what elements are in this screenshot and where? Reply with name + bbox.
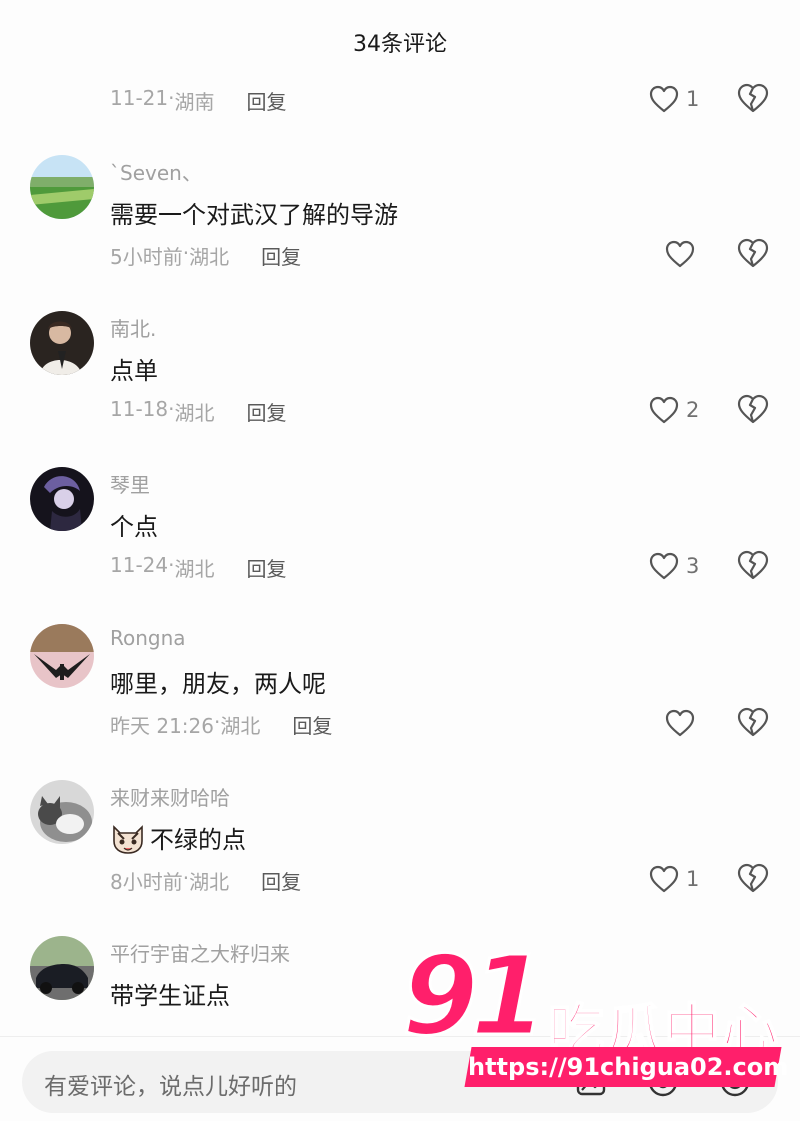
- comment-meta: 11-21 · 湖南 回复: [110, 86, 287, 115]
- dislike-button[interactable]: [736, 706, 772, 740]
- heart-icon: [649, 865, 679, 893]
- reply-button[interactable]: 回复: [261, 241, 301, 270]
- comment-username[interactable]: 琴里: [110, 469, 150, 498]
- dislike-button[interactable]: [736, 549, 772, 583]
- like-count: 1: [686, 867, 700, 891]
- heart-icon: [665, 240, 695, 268]
- like-button[interactable]: [664, 706, 696, 740]
- comment-meta: 11-24 · 湖北 回复: [110, 553, 287, 582]
- comment-text: 哪里，朋友，两人呢: [110, 670, 326, 698]
- comment-date: 8小时前: [110, 870, 183, 894]
- comment-location: 湖北: [189, 870, 230, 894]
- broken-heart-icon: [737, 238, 769, 268]
- like-count: 1: [686, 87, 700, 111]
- heart-icon: [649, 552, 679, 580]
- like-button[interactable]: 1: [648, 862, 699, 896]
- avatar[interactable]: [30, 624, 94, 688]
- comment-meta: 11-18 · 湖北 回复: [110, 397, 287, 426]
- comment-username[interactable]: `Seven、: [110, 157, 202, 186]
- reply-button[interactable]: 回复: [261, 866, 301, 895]
- comment-text: 带学生证点: [110, 982, 230, 1010]
- broken-heart-icon: [737, 550, 769, 580]
- emoji-icon[interactable]: [718, 1065, 752, 1099]
- comment-date: 11-18: [110, 397, 169, 421]
- comment-item: `Seven、 需要一个对武汉了解的导游 5小时前 · 湖北 回复: [0, 155, 800, 311]
- reply-button[interactable]: 回复: [246, 86, 286, 115]
- comment-meta: 8小时前 · 湖北 回复: [110, 866, 302, 895]
- dislike-button[interactable]: [736, 82, 772, 116]
- like-button[interactable]: 3: [648, 549, 699, 583]
- comment-item: Rongna 哪里，朋友，两人呢 昨天 21:26 · 湖北 回复: [0, 624, 800, 780]
- broken-heart-icon: [737, 394, 769, 424]
- comment-item: 来财来财哈哈 不绿的点 8小时前 · 湖北 回复 1: [0, 780, 800, 936]
- like-count: 3: [686, 554, 700, 578]
- avatar[interactable]: [30, 155, 94, 219]
- avatar[interactable]: [30, 936, 94, 1000]
- image-icon[interactable]: [574, 1065, 608, 1099]
- heart-icon: [649, 85, 679, 113]
- comment-text: 个点: [110, 513, 158, 541]
- like-button[interactable]: [664, 237, 696, 271]
- comment-meta: 5小时前 · 湖北 回复: [110, 241, 302, 270]
- comment-item-partial-top: 11-21 · 湖南 回复 1: [0, 0, 800, 130]
- comment-location: 湖北: [189, 245, 230, 269]
- cat-emoji-icon: [113, 824, 143, 854]
- comment-date: 昨天 21:26: [110, 714, 214, 738]
- like-button[interactable]: 1: [648, 82, 699, 116]
- comment-location: 湖南: [174, 90, 215, 114]
- comments-page: 34条评论 11-21 · 湖南 回复 1 `Seven、 需要一个对武汉了解的导…: [0, 0, 800, 1121]
- comment-input-placeholder: 有爱评论，说点儿好听的: [44, 1074, 297, 1100]
- like-count: 2: [686, 398, 700, 422]
- comment-text: 需要一个对武汉了解的导游: [110, 201, 398, 229]
- heart-icon: [649, 396, 679, 424]
- comment-input-bar: 有爱评论，说点儿好听的: [0, 1036, 800, 1121]
- reply-button[interactable]: 回复: [292, 710, 332, 739]
- comment-location: 湖北: [174, 557, 215, 581]
- comment-item: 琴里 个点 11-24 · 湖北 回复 3: [0, 467, 800, 623]
- comment-item: 平行宇宙之大籽归来 带学生证点: [0, 936, 800, 1036]
- comment-username[interactable]: 来财来财哈哈: [110, 782, 230, 811]
- comment-text: 不绿的点: [110, 820, 246, 855]
- comment-username[interactable]: 南北.: [110, 313, 156, 342]
- heart-icon: [665, 709, 695, 737]
- comment-item: 南北. 点单 11-18 · 湖北 回复 2: [0, 311, 800, 467]
- dislike-button[interactable]: [736, 237, 772, 271]
- comment-location: 湖北: [220, 714, 261, 738]
- broken-heart-icon: [737, 83, 769, 113]
- comment-username[interactable]: Rongna: [110, 626, 186, 650]
- avatar[interactable]: [30, 467, 94, 531]
- dislike-button[interactable]: [736, 862, 772, 896]
- comment-meta: 昨天 21:26 · 湖北 回复: [110, 710, 333, 739]
- comment-date: 5小时前: [110, 245, 183, 269]
- comment-text: 点单: [110, 357, 158, 385]
- avatar[interactable]: [30, 311, 94, 375]
- avatar[interactable]: [30, 780, 94, 844]
- dislike-button[interactable]: [736, 393, 772, 427]
- reply-button[interactable]: 回复: [246, 553, 286, 582]
- like-button[interactable]: 2: [648, 393, 699, 427]
- broken-heart-icon: [737, 707, 769, 737]
- broken-heart-icon: [737, 863, 769, 893]
- comment-username[interactable]: 平行宇宙之大籽归来: [110, 938, 290, 967]
- reply-button[interactable]: 回复: [246, 397, 286, 426]
- mention-icon[interactable]: [646, 1065, 680, 1099]
- comment-input[interactable]: 有爱评论，说点儿好听的: [22, 1051, 778, 1113]
- comment-date: 11-21: [110, 86, 169, 110]
- comment-location: 湖北: [174, 401, 215, 425]
- comment-date: 11-24: [110, 553, 169, 577]
